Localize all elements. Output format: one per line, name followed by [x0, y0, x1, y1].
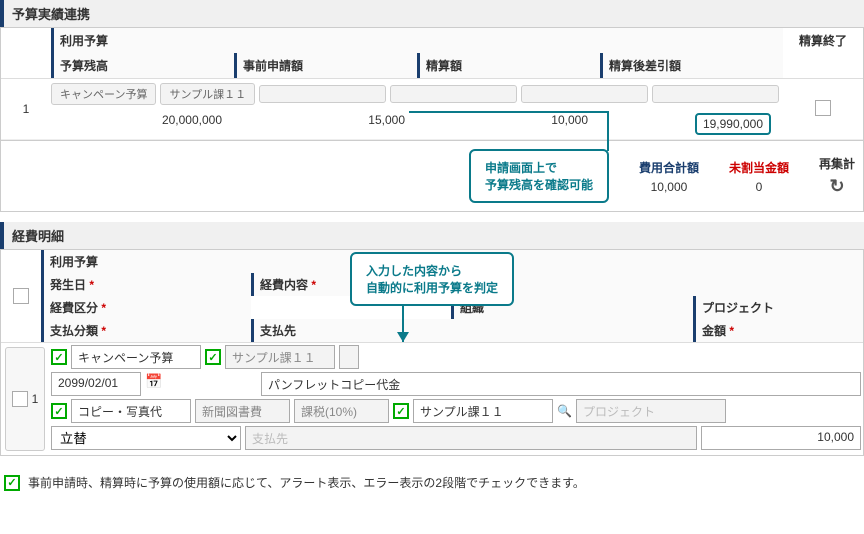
search-icon[interactable] — [557, 404, 572, 418]
recalc: 再集計 ↻ — [819, 155, 855, 197]
h-date: 発生日 — [41, 273, 251, 296]
budget-name-field[interactable]: キャンペーン予算 — [71, 345, 201, 369]
detail-section-title: 経費明細 — [0, 222, 864, 249]
h-payee: 支払先 — [251, 319, 693, 342]
col-settlement: 精算額 — [417, 53, 600, 78]
recalc-icon[interactable]: ↻ — [829, 176, 844, 196]
h-pay-class: 支払分類 — [41, 319, 251, 342]
summary-row: 申請画面上で 予算残高を確認可能 費用合計額 10,000 未割当金額 0 再集… — [0, 141, 864, 212]
footer-note: 事前申請時、精算時に予算の使用額に応じて、アラート表示、エラー表示の2段階でチェ… — [0, 466, 864, 499]
date-input[interactable]: 2099/02/01 — [51, 372, 141, 396]
check-icon — [393, 403, 409, 419]
check-icon — [4, 475, 20, 491]
h-amount: 金額 — [693, 319, 863, 342]
calendar-icon[interactable] — [145, 375, 163, 393]
after-diff-highlight: 19,990,000 — [695, 113, 771, 135]
h-category: 経費区分 — [41, 296, 251, 319]
h-content: 経費内容 — [251, 273, 863, 296]
budget-table: 利用予算 予算残高 事前申請額 精算額 精算後差引額 精算終了 1 キャンペーン… — [0, 27, 864, 141]
amount-input[interactable]: 10,000 — [701, 426, 861, 450]
project-field[interactable]: プロジェクト — [576, 399, 726, 423]
total-cost: 費用合計額 10,000 — [639, 159, 699, 194]
settlement-value: 10,000 — [417, 113, 600, 135]
empty-pill — [259, 85, 386, 103]
empty-pill — [390, 85, 517, 103]
check-icon — [51, 349, 67, 365]
empty-pill — [521, 85, 648, 103]
settle-end-checkbox[interactable] — [815, 100, 831, 116]
pre-request-value: 15,000 — [234, 113, 417, 135]
dept-field: サンプル課１１ — [225, 345, 335, 369]
col-pre-request: 事前申請額 — [234, 53, 417, 78]
col-balance: 予算残高 — [51, 53, 234, 78]
check-icon — [205, 349, 221, 365]
empty-field — [339, 345, 359, 369]
unallocated: 未割当金額 0 — [729, 159, 789, 194]
balance-value: 20,000,000 — [51, 113, 234, 135]
col-usage: 利用予算 — [51, 28, 783, 53]
payee-input[interactable]: 支払先 — [245, 426, 697, 450]
category-field[interactable]: コピー・写真代 — [71, 399, 191, 423]
tax-field: 課税(10%) — [294, 399, 389, 423]
detail-row-number[interactable]: 1 — [5, 347, 45, 451]
row-checkbox[interactable] — [12, 391, 28, 407]
col-settle-end: 精算終了 — [783, 28, 863, 78]
callout-balance-confirm: 申請画面上で 予算残高を確認可能 — [469, 149, 609, 203]
pay-class-select[interactable]: 立替 — [51, 426, 241, 450]
h-project: プロジェクト — [693, 296, 863, 319]
budget-section-title: 予算実績連携 — [0, 0, 864, 27]
budget-link-section: 予算実績連携 利用予算 予算残高 事前申請額 精算額 精算後差引額 精算終了 1 — [0, 0, 864, 212]
dept-pill: サンプル課１１ — [160, 83, 255, 105]
select-all-checkbox[interactable] — [13, 288, 29, 304]
check-icon — [51, 403, 67, 419]
expense-detail-section: 経費明細 入力した内容から 自動的に利用予算を判定 利用予算 発生日 経費内容 … — [0, 222, 864, 456]
budget-name-pill: キャンペーン予算 — [51, 83, 156, 105]
content-input[interactable]: パンフレットコピー代金 — [261, 372, 861, 396]
subcat-field: 新聞図書費 — [195, 399, 290, 423]
empty-pill — [652, 85, 779, 103]
org-field[interactable]: サンプル課１１ — [413, 399, 553, 423]
row-number: 1 — [1, 98, 51, 120]
callout-auto-budget: 入力した内容から 自動的に利用予算を判定 — [350, 252, 514, 306]
col-after-diff: 精算後差引額 — [600, 53, 783, 78]
after-diff-cell: 19,990,000 — [600, 113, 783, 135]
